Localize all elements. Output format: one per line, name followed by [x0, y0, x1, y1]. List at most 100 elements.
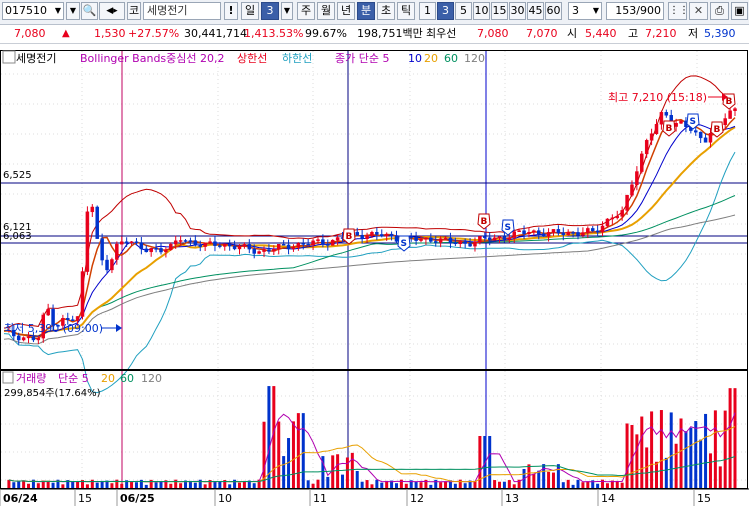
ask-price: 7,080: [477, 27, 509, 40]
volume-bar: [542, 464, 546, 488]
volume-value: 30,441,714: [184, 27, 247, 40]
volume-current: 299,854주(17.64%): [4, 388, 101, 399]
volume-panel-menu-icon[interactable]: [2, 371, 14, 384]
candle-body: [164, 249, 168, 253]
period-day-button[interactable]: 일: [241, 2, 259, 20]
volume-bar: [360, 481, 364, 488]
minute-option-30[interactable]: 30: [509, 2, 526, 20]
candle-body: [659, 112, 664, 125]
volume-bar: [179, 483, 183, 488]
high-label: 고: [628, 27, 639, 40]
period-dropdown-button[interactable]: ▼: [281, 2, 293, 20]
candle-body: [640, 153, 644, 172]
candle-body: [448, 237, 453, 243]
candle-body: [419, 239, 423, 241]
tab-week[interactable]: 주: [297, 2, 315, 20]
candle-body: [527, 232, 531, 235]
volume-bar: [237, 482, 241, 488]
candle-body: [551, 229, 556, 233]
tab-tick[interactable]: 틱: [397, 2, 415, 20]
page-counter[interactable]: 153/900: [606, 2, 664, 20]
volume-bar: [419, 482, 423, 488]
volume-bar: [718, 466, 722, 488]
volume-bar: [689, 427, 693, 488]
minute-option-45[interactable]: 45: [527, 2, 544, 20]
alert-button[interactable]: !: [224, 2, 238, 20]
search-button[interactable]: 🔍: [81, 2, 98, 20]
bollinger-middle-line: [3, 126, 736, 337]
volume-bar: [551, 472, 555, 488]
stock-code-input[interactable]: 017510 ▼: [2, 2, 64, 20]
volume-bar: [728, 388, 732, 488]
volume-bar: [444, 481, 448, 488]
up-arrow-icon: ▲: [62, 28, 70, 39]
volume-bar: [704, 413, 708, 488]
volume-bar: [36, 483, 40, 488]
volume-bar: [326, 476, 330, 488]
candle-body: [595, 230, 600, 233]
volume-bar: [291, 421, 295, 488]
tab-month[interactable]: 월: [317, 2, 335, 20]
count-select[interactable]: 3 ▼: [568, 2, 602, 20]
minute-option-10[interactable]: 10: [473, 2, 490, 20]
price-change-pct: +27.57%: [128, 27, 180, 40]
low-price: 5,390: [704, 27, 736, 40]
tab-minute[interactable]: 분: [357, 2, 375, 20]
minute-option-60[interactable]: 60: [545, 2, 562, 20]
volume-bar: [203, 484, 207, 488]
time-axis: 06/24 15 06/25 10 11 12 13 14 15: [0, 489, 711, 506]
price-legend-item: 종가 단순 5: [335, 52, 389, 65]
page-total: /900: [636, 4, 661, 17]
candle-body: [478, 236, 482, 242]
stock-chart[interactable]: B S B S B S B B 세명전기 Bollinger Bands중심선 20,2 상한선…: [0, 44, 749, 509]
volume-bar: [537, 470, 541, 488]
tab-second[interactable]: 초: [377, 2, 395, 20]
candle-body: [414, 237, 418, 241]
volume-bar: [463, 483, 467, 488]
stock-name-field[interactable]: 세명전기: [143, 2, 221, 20]
volume-bar: [61, 484, 65, 488]
minute-option-3[interactable]: 3: [437, 2, 454, 20]
candle-body: [630, 184, 634, 196]
candle-body: [380, 234, 384, 237]
candle-body: [134, 241, 139, 243]
candle-body: [703, 137, 708, 143]
signal-label: B: [714, 125, 721, 135]
candle-body: [21, 337, 26, 341]
sound-button[interactable]: ◀▸: [99, 2, 125, 20]
bid-price: 7,070: [526, 27, 558, 40]
cross-check-icon: ✕: [693, 4, 704, 17]
tab-year[interactable]: 년: [337, 2, 355, 20]
print-button[interactable]: ⎙: [710, 2, 729, 20]
candle-body: [330, 239, 335, 246]
candle-body: [429, 237, 433, 242]
volume-bar: [154, 482, 158, 488]
chevron-down-icon: ▼: [283, 6, 291, 15]
candle-body: [615, 216, 620, 219]
print-icon: ⎙: [715, 4, 724, 17]
minute-option-1[interactable]: 1: [419, 2, 436, 20]
candle-body: [438, 238, 443, 243]
candle-body: [267, 249, 271, 252]
panel-menu-icon[interactable]: [2, 50, 16, 64]
candle-body: [590, 228, 595, 232]
candle-body: [296, 243, 301, 248]
period-count-button[interactable]: 3: [261, 2, 279, 20]
minute-option-5[interactable]: 5: [455, 2, 472, 20]
candle-body: [360, 234, 364, 239]
price-legend-item: 120: [464, 52, 485, 65]
open-price: 5,440: [585, 27, 617, 40]
volume-bar: [355, 471, 359, 488]
grid-settings-button[interactable]: ⋮⋮: [668, 2, 689, 20]
toggle-indicator-button[interactable]: ✕: [689, 2, 708, 20]
candle-body: [512, 231, 516, 238]
candle-body: [365, 235, 369, 239]
candle-body: [326, 243, 330, 246]
candle-body: [468, 243, 472, 247]
save-button[interactable]: ▣: [731, 2, 748, 20]
stock-list-button[interactable]: ▼: [66, 2, 80, 20]
volume-bar: [733, 388, 737, 488]
stock-code-value: 017510: [5, 4, 47, 17]
volume-bar: [370, 484, 374, 488]
minute-option-15[interactable]: 15: [491, 2, 508, 20]
